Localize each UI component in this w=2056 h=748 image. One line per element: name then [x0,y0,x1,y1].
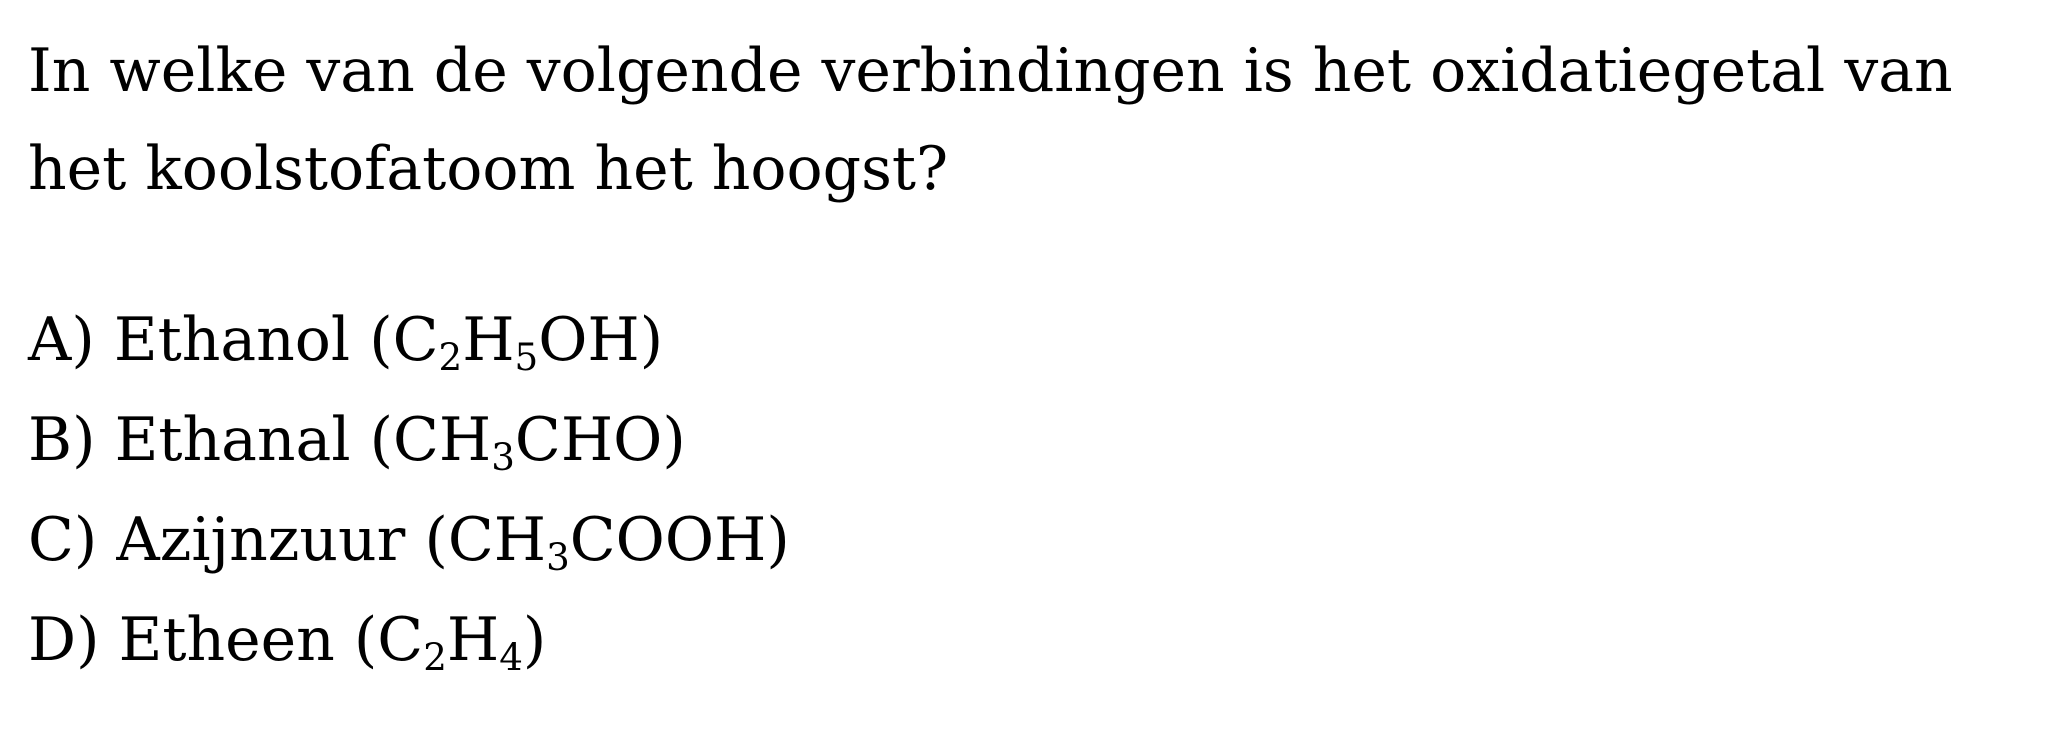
option-letter: B) [28,405,96,475]
option-name: Etheen [118,605,335,675]
option-formula: (CH3COOH) [424,505,790,580]
option-d: D) Etheen (C2H4) [28,590,790,690]
option-name: Azijnzuur [116,505,406,575]
option-formula: (CH3CHO) [369,405,686,480]
question-text: In welke van de volgende verbindingen is… [28,36,1953,204]
option-c: C) Azijnzuur (CH3COOH) [28,490,790,590]
option-name: Ethanal [114,405,351,475]
question-page: In welke van de volgende verbindingen is… [28,22,2038,676]
option-formula: (C2H5OH) [369,305,664,380]
answer-options: A) Ethanol (C2H5OH) B) Ethanal (CH3CHO) … [28,290,790,690]
option-letter: D) [28,605,100,675]
option-name: Ethanol [113,305,351,375]
option-a: A) Ethanol (C2H5OH) [28,290,790,390]
option-letter: C) [28,505,98,575]
option-formula: (C2H4) [353,605,547,680]
option-letter: A) [28,305,95,375]
option-b: B) Ethanal (CH3CHO) [28,390,790,490]
